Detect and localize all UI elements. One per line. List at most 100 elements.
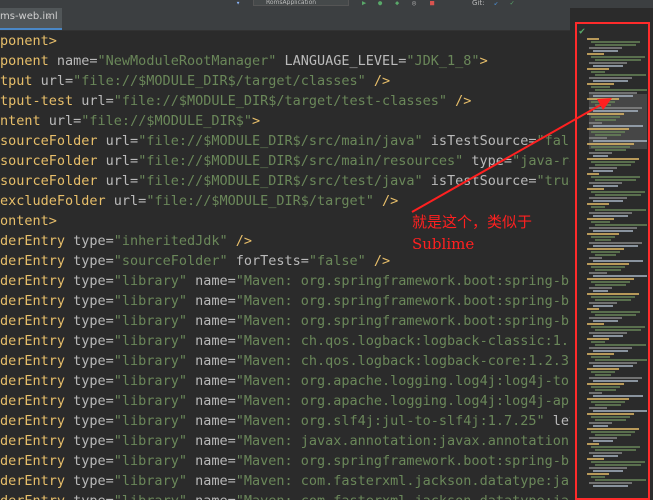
code-token: name=	[186, 373, 236, 389]
code-line[interactable]: derEntry type="library" name="Maven: org…	[0, 451, 570, 471]
code-token: "library"	[113, 293, 187, 309]
stop-icon[interactable]: ■	[430, 0, 434, 7]
minimap-line	[587, 383, 624, 385]
git-update-icon[interactable]: ↙	[494, 0, 498, 7]
code-line[interactable]: derEntry type="library" name="Maven: com…	[0, 491, 570, 500]
minimap-line	[591, 221, 610, 223]
code-token: type=	[73, 453, 114, 469]
main-toolbar: ▾ RomsApplication ▶ ● ◆ ◎ ■ Git: ↙ ✓	[0, 0, 653, 8]
code-token: derEntry	[0, 433, 74, 449]
code-line[interactable]: ponent>	[0, 31, 57, 51]
code-line[interactable]: derEntry type="library" name="Maven: org…	[0, 271, 570, 291]
minimap-line	[589, 212, 632, 214]
minimap-line	[595, 119, 616, 121]
minimap-line	[593, 365, 633, 367]
minimap-line	[593, 320, 618, 322]
code-token: ntent	[0, 113, 49, 129]
code-line[interactable]: derEntry type="library" name="Maven: org…	[0, 291, 570, 311]
code-token: type=	[73, 433, 114, 449]
coverage-icon[interactable]: ◆	[395, 0, 399, 7]
minimap-line	[593, 290, 608, 292]
code-token: type=	[73, 353, 114, 369]
code-minimap[interactable]: ✔	[575, 22, 650, 500]
git-label: Git:	[472, 0, 485, 7]
code-token: type=	[73, 313, 114, 329]
minimap-line	[593, 110, 638, 112]
code-line[interactable]: derEntry type="sourceFolder" forTests="f…	[0, 251, 390, 271]
code-token: type=	[73, 253, 114, 269]
minimap-line	[589, 287, 612, 289]
minimap-line	[591, 176, 640, 178]
code-line[interactable]: derEntry type="library" name="Maven: ch.…	[0, 331, 570, 351]
code-token: "Maven: org.springframework.boot:spring-…	[235, 313, 570, 329]
code-token: derEntry	[0, 493, 73, 500]
code-line[interactable]: derEntry type="library" name="Maven: org…	[0, 371, 570, 391]
run-configuration-select[interactable]: RomsApplication	[253, 0, 349, 6]
code-token: "library"	[113, 333, 187, 349]
code-token: />	[447, 93, 472, 109]
close-icon[interactable]: ×	[46, 12, 52, 23]
code-token: "Maven: org.slf4j:jul-to-slf4j:1.7.25"	[235, 413, 545, 429]
minimap-line	[591, 386, 620, 388]
minimap-line	[593, 155, 608, 157]
minimap-line	[593, 395, 643, 397]
minimap-line	[593, 125, 643, 127]
minimap-line	[595, 254, 616, 256]
minimap-line	[593, 140, 647, 142]
code-token: "library"	[113, 473, 187, 489]
code-line[interactable]: derEntry type="library" name="Maven: org…	[0, 311, 570, 331]
minimap-line	[587, 428, 639, 430]
minimap-line	[595, 44, 636, 46]
code-line[interactable]: tput-test url="file://$MODULE_DIR$/targe…	[0, 91, 471, 111]
code-line[interactable]: ntent url="file://$MODULE_DIR$">	[0, 111, 260, 131]
code-line[interactable]: derEntry type="library" name="Maven: com…	[0, 471, 570, 491]
code-line[interactable]: sourceFolder url="file://$MODULE_DIR$/sr…	[0, 131, 570, 151]
profile-icon[interactable]: ◎	[412, 0, 416, 7]
code-token: type=	[73, 473, 114, 489]
code-line[interactable]: derEntry type="library" name="Maven: ch.…	[0, 351, 570, 371]
minimap-line	[593, 245, 638, 247]
minimap-line	[595, 419, 626, 421]
minimap-line	[591, 101, 615, 103]
code-line[interactable]: tput url="file://$MODULE_DIR$/target/cla…	[0, 71, 390, 91]
code-token: "Maven: org.apache.logging.log4j:log4j-a…	[235, 393, 570, 409]
minimap-line	[591, 281, 630, 283]
code-line[interactable]: sourceFolder url="file://$MODULE_DIR$/sr…	[0, 151, 570, 171]
hammer-icon[interactable]: ▾	[236, 0, 240, 7]
code-token: "Maven: org.springframework.boot:spring-…	[235, 293, 570, 309]
code-line[interactable]: derEntry type="library" name="Maven: org…	[0, 391, 570, 411]
code-token: level=	[552, 413, 570, 429]
code-line[interactable]: ontent>	[0, 211, 57, 231]
code-token: "library"	[113, 273, 187, 289]
code-line[interactable]: sourceFolder url="file://$MODULE_DIR$/sr…	[0, 171, 570, 191]
code-token: >	[479, 53, 488, 69]
minimap-line	[589, 407, 607, 409]
minimap-line	[587, 203, 609, 205]
minimap-line	[591, 56, 645, 58]
minimap-line	[587, 308, 599, 310]
code-line[interactable]: ponent name="NewModuleRootManager" LANGU…	[0, 51, 488, 71]
minimap-line	[595, 374, 611, 376]
run-icon[interactable]: ▶	[362, 0, 366, 7]
minimap-line	[589, 467, 627, 469]
code-token: name=	[186, 333, 236, 349]
minimap-line	[587, 398, 629, 400]
git-commit-icon[interactable]: ✓	[510, 0, 514, 7]
minimap-line	[591, 266, 625, 268]
code-token: "NewModuleRootManager"	[97, 53, 277, 69]
minimap-line	[589, 167, 617, 169]
minimap-line	[593, 170, 613, 172]
code-editor[interactable]: ponent> ponent name="NewModuleRootManager…	[0, 31, 570, 500]
debug-icon[interactable]: ●	[378, 0, 382, 7]
code-line[interactable]: derEntry type="library" name="Maven: org…	[0, 411, 570, 431]
code-token: "file://$MODULE_DIR$"	[81, 113, 252, 129]
code-token: derEntry	[0, 233, 74, 249]
minimap-line	[589, 452, 622, 454]
code-token: />	[365, 73, 391, 89]
code-line[interactable]: derEntry type="inheritedJdk" />	[0, 231, 252, 251]
code-line[interactable]: derEntry type="library" name="Maven: jav…	[0, 431, 570, 451]
code-line[interactable]: excludeFolder url="file://$MODULE_DIR$/t…	[0, 191, 398, 211]
minimap-line	[587, 158, 639, 160]
minimap-line	[587, 248, 624, 250]
tab-ms-web-iml[interactable]: ms-web.iml ×	[0, 8, 62, 30]
